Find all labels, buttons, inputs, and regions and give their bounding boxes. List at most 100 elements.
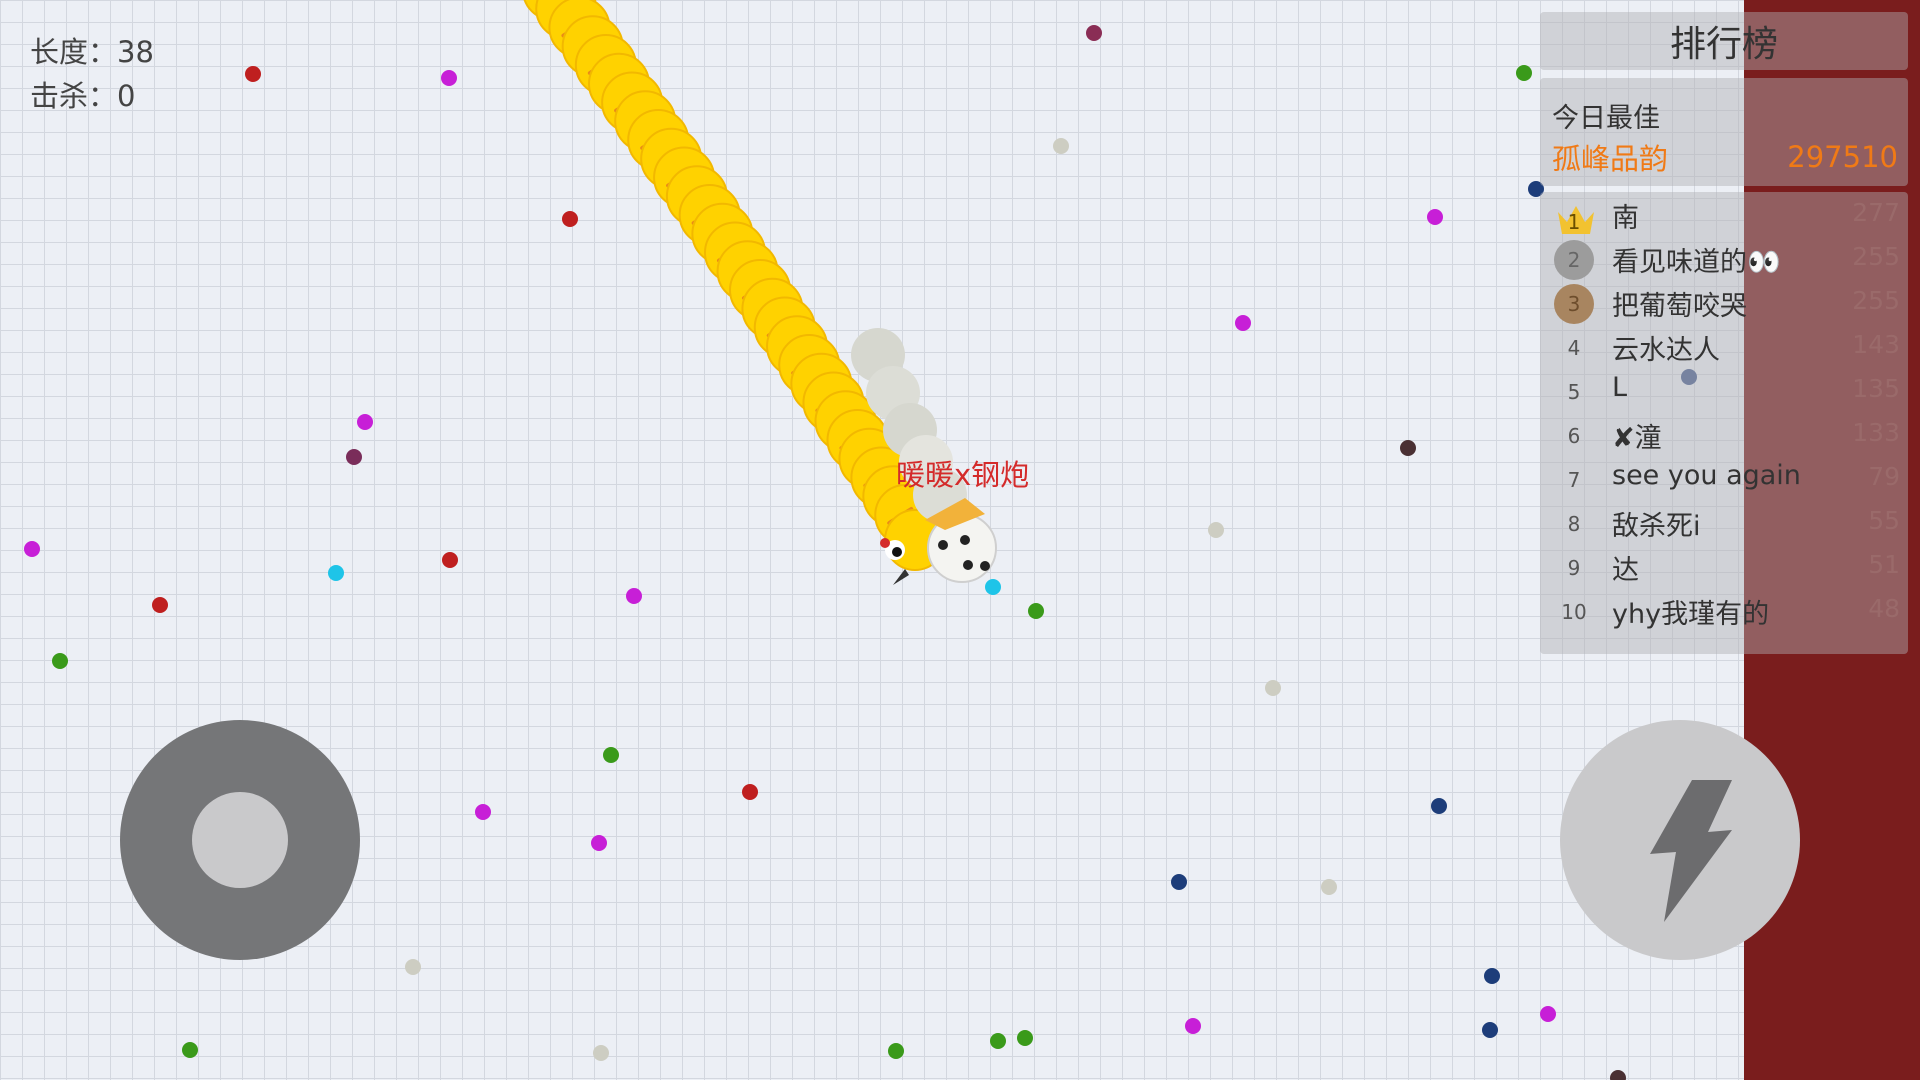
today-best-score: 297510 <box>1787 140 1898 174</box>
leaderboard-name: 云水达人 <box>1612 335 1720 366</box>
leaderboard-row: 10 yhy我瑾有的 48 <box>1540 588 1908 632</box>
rank-badge: 2 <box>1554 240 1594 280</box>
food-pellet <box>328 565 344 581</box>
rank-badge: 9 <box>1554 548 1594 588</box>
leaderboard-list: 1 南 277 2 看见味道的👀 255 3 把葡萄咬哭 255 4 云水达人 143 5 L 135 6 ✘潼… <box>1540 192 1908 654</box>
food-pellet <box>742 784 758 800</box>
today-best-panel: 今日最佳 孤峰品韵 297510 <box>1540 78 1908 186</box>
food-pellet <box>1540 1006 1556 1022</box>
leaderboard-row: 6 ✘潼 133 <box>1540 412 1908 456</box>
rank-number: 7 <box>1567 468 1581 492</box>
leaderboard-name: 达 <box>1612 555 1639 586</box>
food-pellet <box>357 414 373 430</box>
rank-number: 9 <box>1567 556 1581 580</box>
today-best-label: 今日最佳 <box>1552 103 1660 134</box>
joystick[interactable] <box>120 720 360 960</box>
food-pellet <box>562 211 578 227</box>
leaderboard-name: ✘潼 <box>1612 423 1662 454</box>
leaderboard-name: 南 <box>1612 203 1639 234</box>
snake-eye <box>980 561 990 571</box>
food-pellet <box>346 449 362 465</box>
player-name-label: 暖暖x钢炮 <box>896 458 1030 492</box>
leaderboard-name: 把葡萄咬哭 <box>1612 291 1747 322</box>
food-pellet <box>591 835 607 851</box>
food-pellet <box>985 579 1001 595</box>
leaderboard-score: 255 <box>1852 286 1900 315</box>
leaderboard-row: 1 南 277 <box>1540 192 1908 236</box>
lightning-bolt-icon <box>1650 780 1732 922</box>
leaderboard-row: 7 see you again 79 <box>1540 456 1908 500</box>
food-pellet <box>1053 138 1069 154</box>
leaderboard-name: 看见味道的👀 <box>1612 247 1781 278</box>
food-pellet <box>593 1045 609 1061</box>
rank-number: 3 <box>1567 292 1581 316</box>
food-pellet <box>1185 1018 1201 1034</box>
food-pellet <box>441 70 457 86</box>
rank-number: 2 <box>1567 248 1581 272</box>
rank-number: 10 <box>1561 600 1587 624</box>
leaderboard-row: 5 L 135 <box>1540 368 1908 412</box>
food-pellet <box>603 747 619 763</box>
food-pellet <box>405 959 421 975</box>
food-pellet <box>1235 315 1251 331</box>
rank-badge: 6 <box>1554 416 1594 456</box>
food-pellet <box>1028 603 1044 619</box>
crown-icon: 1 <box>1554 196 1594 236</box>
snake-tongue <box>893 569 909 585</box>
food-pellet <box>1265 680 1281 696</box>
food-pellet <box>1208 522 1224 538</box>
food-pellet <box>1086 25 1102 41</box>
rank-badge: 4 <box>1554 328 1594 368</box>
rank-number: 1 <box>1567 210 1581 234</box>
leaderboard-name: 敌杀死i <box>1612 511 1701 542</box>
food-pellet <box>626 588 642 604</box>
food-pellet <box>1321 879 1337 895</box>
leaderboard-score: 143 <box>1852 330 1900 359</box>
food-pellet <box>245 66 261 82</box>
food-pellet <box>442 552 458 568</box>
length-stat: 长度：38 <box>30 35 154 69</box>
snake-eye <box>960 535 970 545</box>
food-pellet <box>182 1042 198 1058</box>
food-pellet <box>990 1033 1006 1049</box>
food-pellet <box>475 804 491 820</box>
food-pellet <box>1482 1022 1498 1038</box>
rank-badge: 8 <box>1554 504 1594 544</box>
stats-panel: 长度：38 击杀：0 <box>30 30 154 118</box>
food-pellet <box>1017 1030 1033 1046</box>
leaderboard-row: 3 把葡萄咬哭 255 <box>1540 280 1908 324</box>
joystick-knob[interactable] <box>192 792 288 888</box>
leaderboard-row: 4 云水达人 143 <box>1540 324 1908 368</box>
leaderboard-score: 48 <box>1868 594 1900 623</box>
food-pellet <box>1427 209 1443 225</box>
leaderboard-row: 2 看见味道的👀 255 <box>1540 236 1908 280</box>
rank-badge: 10 <box>1554 592 1594 632</box>
food-pellet <box>1516 65 1532 81</box>
leaderboard-title: 排行榜 <box>1540 12 1908 70</box>
rank-badge: 5 <box>1554 372 1594 412</box>
food-pellet <box>1610 1070 1626 1080</box>
food-pellet <box>1431 798 1447 814</box>
rank-number: 8 <box>1567 512 1581 536</box>
leaderboard-score: 277 <box>1852 198 1900 227</box>
food-pellet <box>1400 440 1416 456</box>
leaderboard-score: 255 <box>1852 242 1900 271</box>
food-pellet <box>152 597 168 613</box>
rank-number: 6 <box>1567 424 1581 448</box>
food-pellet <box>24 541 40 557</box>
leaderboard-score: 133 <box>1852 418 1900 447</box>
leaderboard-row: 8 敌杀死i 55 <box>1540 500 1908 544</box>
boost-button[interactable] <box>1560 720 1800 960</box>
food-pellet <box>52 653 68 669</box>
leaderboard-row: 9 达 51 <box>1540 544 1908 588</box>
snake-cheek <box>880 538 890 548</box>
food-pellet <box>1171 874 1187 890</box>
leaderboard-score: 79 <box>1868 462 1900 491</box>
snake-eye <box>938 540 948 550</box>
today-best-name: 孤峰品韵 <box>1552 142 1669 176</box>
leaderboard-name: L <box>1612 372 1628 403</box>
leaderboard-name: see you again <box>1612 460 1801 491</box>
rank-number: 5 <box>1567 380 1581 404</box>
snake-pupil <box>892 547 902 557</box>
food-pellet <box>1484 968 1500 984</box>
